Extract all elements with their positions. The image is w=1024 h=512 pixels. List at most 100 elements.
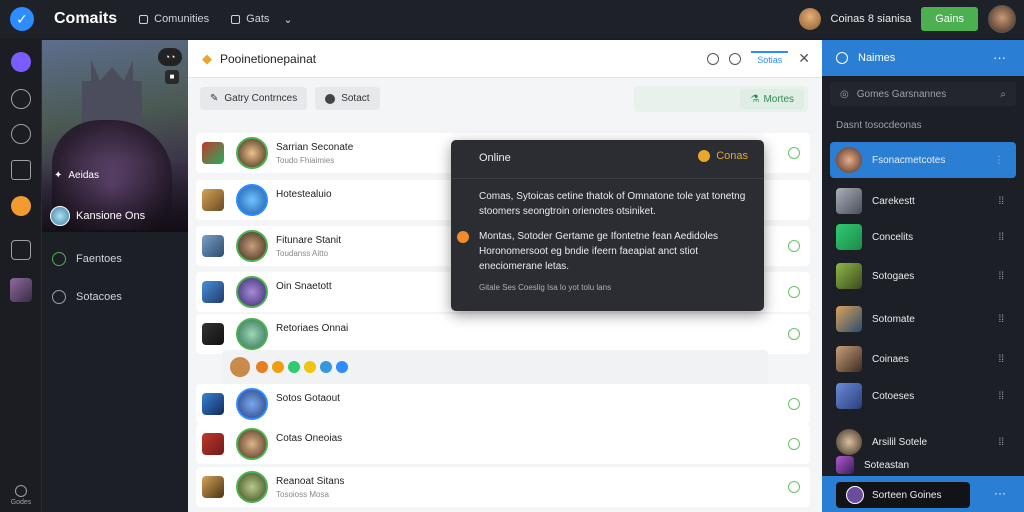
more-icon[interactable]: ⁞⁞ [998,232,1004,243]
avatar [236,471,268,503]
avatar [50,206,70,226]
friend-item[interactable]: Soteastan [830,452,1016,478]
friend-item[interactable]: Coinaes ⁞⁞ [830,341,1016,377]
more-icon[interactable]: ⁞⁞ [998,271,1004,282]
friend-item[interactable]: Carekestt ⁞⁞ [830,183,1016,219]
left-panel: ◔◔ ■ ✦ Aeidas Kansione Ons Faentoes Sota… [42,40,188,512]
gear-icon [52,290,66,304]
friend-item[interactable]: Fsonacmetcotes ⋮ [830,142,1016,178]
check-icon[interactable] [788,240,800,252]
list-item[interactable]: Reanoat Sitans Tosoioss Mosa [196,467,810,507]
list-item[interactable]: Retoriaes Onnai [196,314,810,354]
avatar [236,428,268,460]
avatar [836,306,862,332]
gains-button[interactable]: Gains [921,7,978,31]
game-thumbnail-icon[interactable] [10,278,32,302]
popup-title: Online [479,152,511,164]
lock-icon[interactable]: ■ [165,70,179,84]
badge-icon [52,252,66,266]
reaction-icon[interactable] [256,361,268,373]
avatar [230,357,250,377]
check-icon[interactable] [788,147,800,159]
help-icon[interactable] [729,52,742,65]
check-icon[interactable] [788,398,800,410]
sotact-button[interactable]: Sotact [315,87,380,110]
right-header: Naimes ··· [822,40,1024,76]
info-popup: Online Conas Comas, Sytoicas cetine that… [451,140,764,311]
game-thumbnail [202,393,224,415]
chevron-down-icon[interactable]: ⌄ [283,13,292,26]
more-icon[interactable]: ··· [993,50,1006,65]
check-icon[interactable] [788,328,800,340]
hero-profile[interactable]: Kansione Ons [50,206,145,226]
friend-item[interactable]: Sotogaes ⁞⁞ [830,258,1016,294]
check-icon[interactable] [788,438,800,450]
more-icon[interactable]: ⁞⁞ [998,196,1004,207]
reaction-bar [222,350,768,384]
friend-item[interactable]: Cotoeses ⁞⁞ [830,378,1016,414]
avatar [836,346,862,372]
hero-badge-icon[interactable]: ◔◔ [158,48,182,66]
more-icon[interactable]: ⁞⁞ [998,391,1004,402]
more-icon[interactable]: ⁞⁞ [998,437,1004,448]
avatar[interactable] [988,5,1016,33]
more-icon[interactable]: ⁞⁞ [998,354,1004,365]
more-icon[interactable]: ⁞⁞ [998,314,1004,325]
nav-gats[interactable]: Gats [231,13,269,25]
store-icon[interactable] [11,160,31,180]
tab-sotias[interactable]: Sotias [751,50,789,67]
more-icon[interactable]: ··· [994,486,1006,500]
list-item[interactable]: Sotos Gotaout [196,384,810,424]
more-icon[interactable]: ⋮ [994,155,1004,166]
avatar [236,230,268,262]
notification-icon[interactable] [11,196,31,216]
app-logo-icon[interactable]: ✓ [10,7,34,31]
avatar [836,147,862,173]
nav-communities[interactable]: Comunities [139,13,209,25]
avatar [836,383,862,409]
check-icon[interactable] [788,481,800,493]
reaction-icon[interactable] [288,361,300,373]
avatar [836,456,854,474]
search-icon[interactable]: ⌕ [1000,89,1006,100]
top-bar: ✓ Comaits Comunities Gats ⌄ Coinas 8 sia… [0,0,1024,38]
reaction-icon[interactable] [320,361,332,373]
avatar [836,224,862,250]
compass-icon[interactable] [11,124,31,144]
hero-tag: ✦ Aeidas [54,170,99,181]
reaction-icon[interactable] [272,361,284,373]
search-input[interactable]: ⚗ Mortes [634,86,808,112]
rail-footer[interactable]: Godes [0,485,42,506]
footer-profile-button[interactable]: Sorteen Goines [836,482,970,508]
friend-item[interactable]: Concelits ⁞⁞ [830,219,1016,255]
home-icon[interactable] [11,52,31,72]
check-icon[interactable] [788,286,800,298]
hero-banner[interactable]: ◔◔ ■ ✦ Aeidas Kansione Ons [42,40,188,232]
users-icon[interactable] [11,240,31,260]
search-input[interactable]: ◎ Gomes Garsnannes ⌕ [830,82,1016,106]
game-thumbnail [202,281,224,303]
avatar [236,276,268,308]
left-rail: Godes [0,40,42,512]
game-thumbnail [202,476,224,498]
game-thumbnail [202,323,224,345]
settings-icon [15,485,27,497]
user-mini-avatar[interactable] [798,8,821,30]
popup-badge[interactable]: Conas [698,150,748,162]
mortes-button[interactable]: ⚗ Mortes [740,89,804,109]
reaction-icon[interactable] [304,361,316,373]
menu-item-favorites[interactable]: Faentoes [52,252,122,266]
avatar [236,184,268,216]
list-item[interactable]: Cotas Oneoias [196,424,810,464]
app-window: ✓ Comaits Comunities Gats ⌄ Coinas 8 sia… [0,0,1024,512]
reaction-icon[interactable] [336,361,348,373]
menu-item-sources[interactable]: Sotacoes [52,290,122,304]
friend-item[interactable]: Sotomate ⁞⁞ [830,301,1016,337]
clock-icon[interactable] [707,52,720,65]
page-title: Pooinetionepainat [220,51,317,66]
history-icon[interactable] [11,89,31,109]
close-icon[interactable]: ✕ [798,50,810,67]
gatry-button[interactable]: ✎ Gatry Contrnces [200,87,308,110]
section-title: Dasnt tosocdeonas [836,120,922,131]
game-thumbnail [202,433,224,455]
